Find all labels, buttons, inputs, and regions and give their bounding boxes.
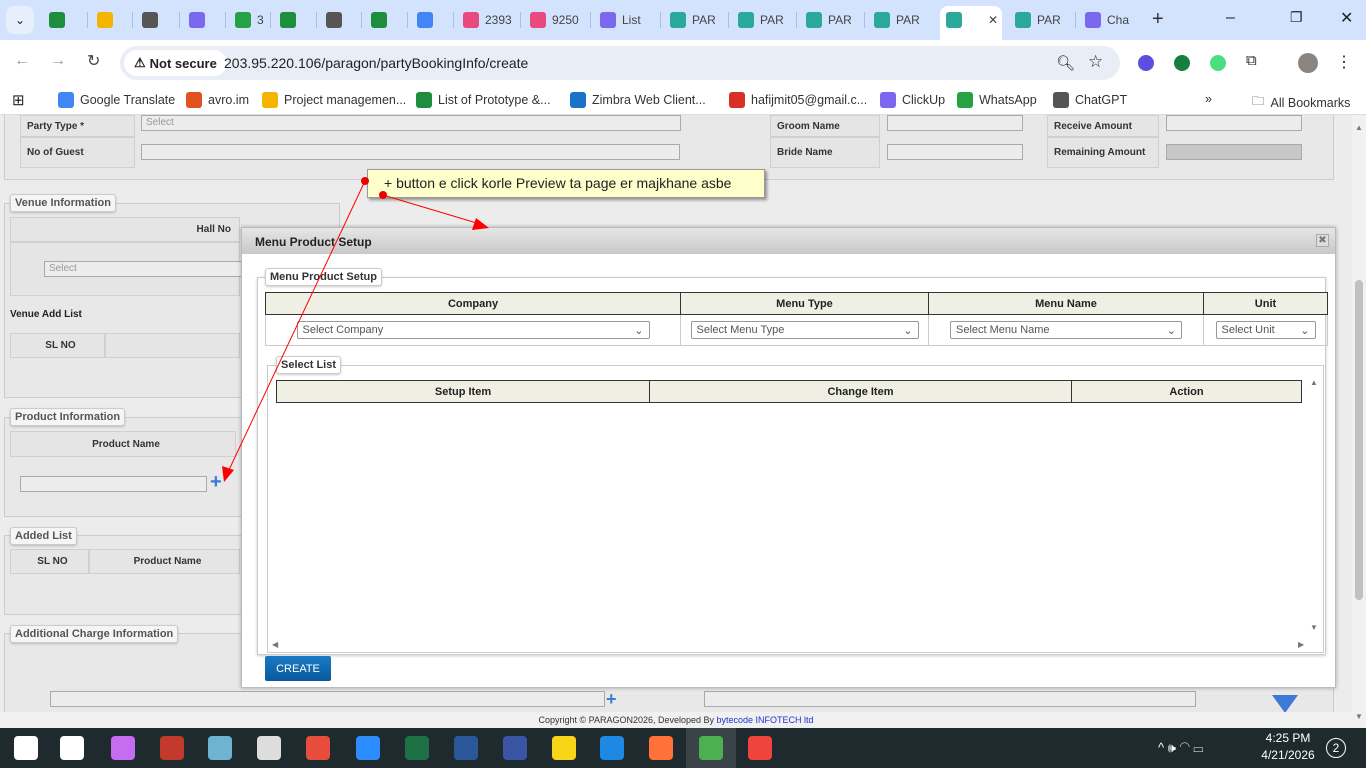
clock[interactable]: 4:25 PM 4/21/2026	[1258, 731, 1318, 762]
chrome-icon[interactable]	[699, 736, 723, 760]
excel-icon[interactable]	[405, 736, 429, 760]
app-icon[interactable]	[208, 736, 232, 760]
app-icon[interactable]	[306, 736, 330, 760]
annotation-arrow-line	[382, 194, 481, 225]
windows-icon[interactable]	[14, 736, 38, 760]
zoom-icon[interactable]	[356, 736, 380, 760]
annotation-arrows	[222, 177, 489, 482]
copilot-icon[interactable]	[111, 736, 135, 760]
annotation-dot	[361, 177, 369, 185]
notification-badge[interactable]: 2	[1326, 738, 1346, 758]
word-icon[interactable]	[454, 736, 478, 760]
visio-icon[interactable]	[503, 736, 527, 760]
footer: Copyright © PARAGON2026, Developed By by…	[0, 712, 1352, 728]
anydesk-icon[interactable]	[748, 736, 772, 760]
arrowhead-icon	[222, 466, 234, 482]
firefox-icon[interactable]	[649, 736, 673, 760]
search-icon[interactable]	[60, 736, 84, 760]
arrowhead-icon	[472, 218, 489, 230]
avro-icon[interactable]	[160, 736, 184, 760]
annotation-arrow-line	[227, 180, 366, 473]
developer-link[interactable]: bytecode INFOTECH ltd	[717, 715, 814, 725]
tray-icons[interactable]: ^ 🕪 ◠ ▭	[1158, 740, 1203, 756]
sticky-notes-icon[interactable]	[552, 736, 576, 760]
app-icon[interactable]	[600, 736, 624, 760]
annotation-dot	[379, 191, 387, 199]
whatsapp-icon[interactable]	[257, 736, 281, 760]
